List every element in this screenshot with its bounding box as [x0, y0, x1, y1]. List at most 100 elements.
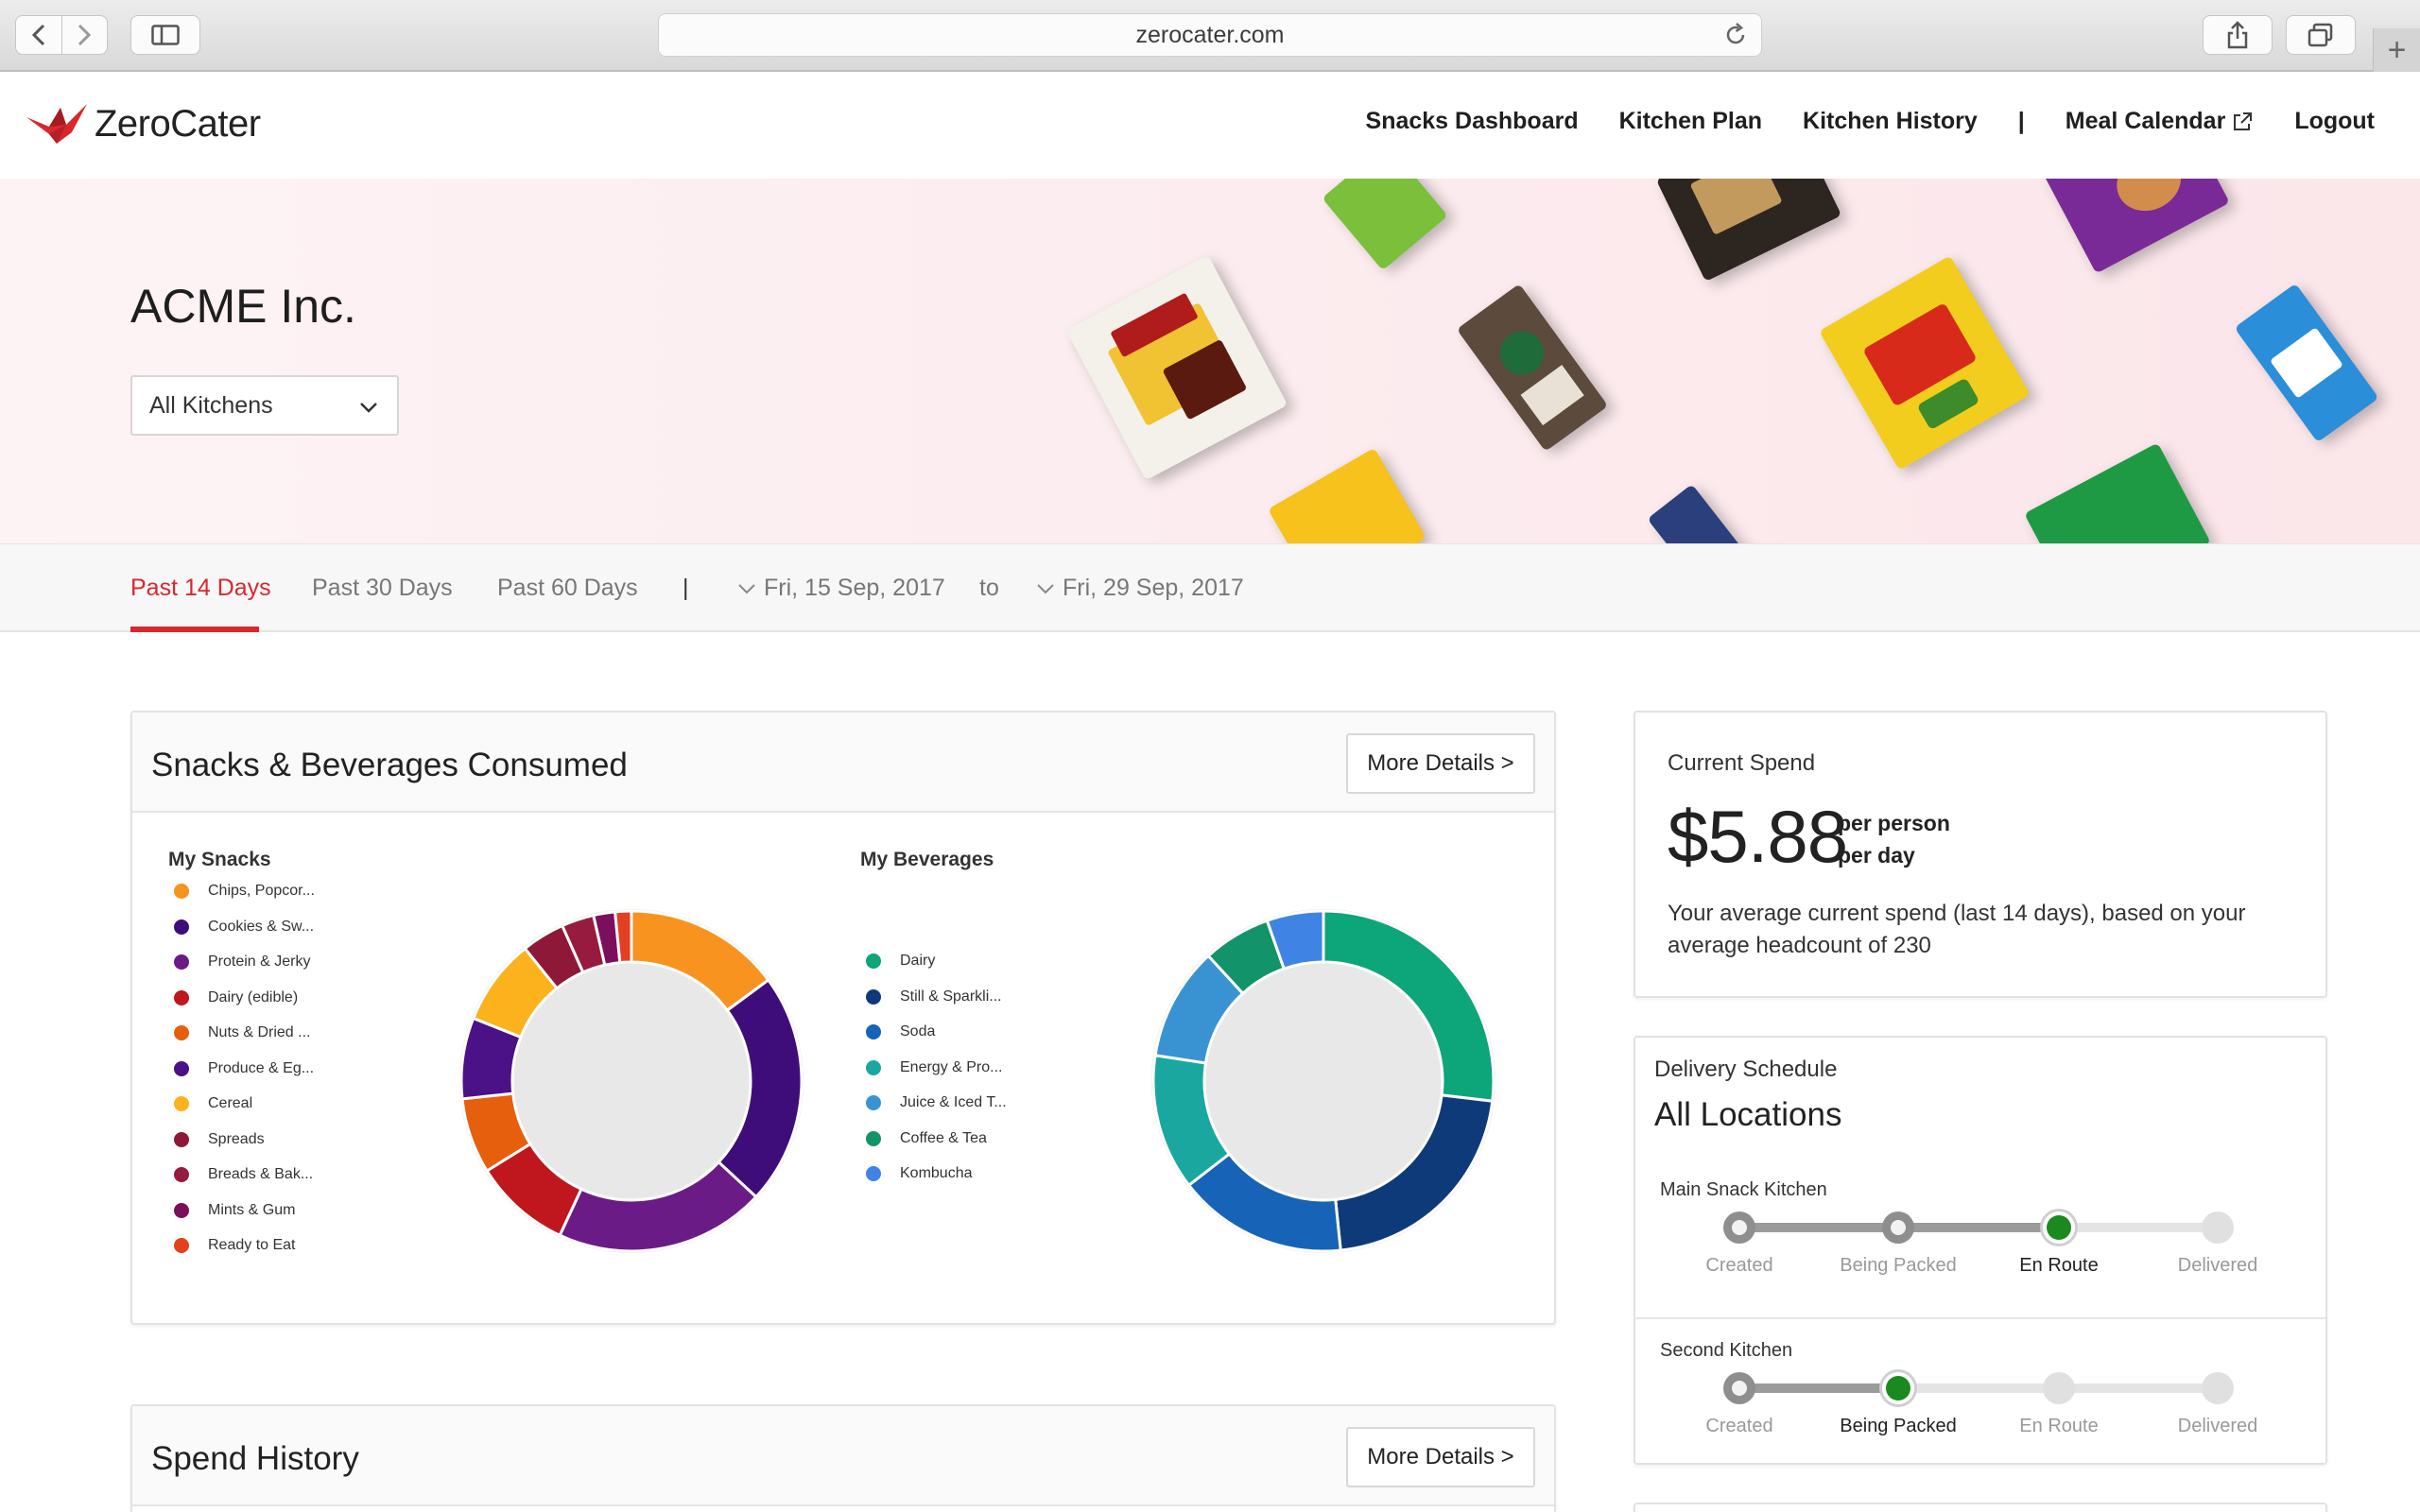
step-node	[1723, 1211, 1755, 1244]
legend-item[interactable]: Mints & Gum	[174, 1202, 295, 1219]
browser-toolbar: zerocater.com +	[0, 0, 2420, 72]
step-label: En Route	[2019, 1255, 2099, 1276]
new-tab-icon[interactable]: +	[2373, 28, 2420, 72]
legend-swatch	[174, 989, 189, 1005]
spend-history-card-header: Spend History More Details >	[132, 1406, 1554, 1506]
legend-label: Cookies & Sw...	[208, 918, 315, 935]
nav-kitchen-plan[interactable]: Kitchen Plan	[1619, 108, 1762, 135]
tabs-overview-icon[interactable]	[2286, 15, 2356, 55]
legend-item[interactable]: Protein & Jerky	[174, 954, 310, 971]
filter-past-14-days[interactable]: Past 14 Days	[130, 575, 271, 602]
logo[interactable]: ZeroCater	[25, 100, 261, 147]
granola-bag-image	[2043, 179, 2230, 274]
kitchen-select[interactable]: All Kitchens	[130, 375, 399, 436]
legend-label: Juice & Iced T...	[900, 1094, 1007, 1110]
progress-fill	[1739, 1383, 1898, 1393]
legend-item[interactable]: Nuts & Dried ...	[174, 1024, 310, 1041]
consumption-card-header: Snacks & Beverages Consumed More Details…	[132, 713, 1554, 813]
nav-kitchen-history[interactable]: Kitchen History	[1803, 108, 1978, 135]
legend-item[interactable]: Produce & Eg...	[174, 1060, 314, 1077]
nav-snacks-dashboard[interactable]: Snacks Dashboard	[1366, 108, 1579, 135]
legend-swatch	[174, 1060, 189, 1076]
legend-label: Kombucha	[900, 1165, 973, 1181]
legend-item[interactable]: Dairy (edible)	[174, 989, 298, 1006]
nav-meal-calendar-label: Meal Calendar	[2065, 108, 2226, 134]
legend-swatch	[866, 1024, 881, 1040]
legend-label: Coffee & Tea	[900, 1129, 987, 1146]
company-name: ACME Inc.	[130, 280, 356, 333]
date-range-to: to	[979, 575, 999, 601]
active-filter-underline	[130, 627, 259, 632]
legend-item[interactable]: Coffee & Tea	[866, 1130, 987, 1147]
legend-item[interactable]: Juice & Iced T...	[866, 1094, 1007, 1111]
kitchen-divider	[1635, 1317, 2325, 1319]
step-node	[1723, 1372, 1755, 1404]
filter-past-30-days[interactable]: Past 30 Days	[312, 575, 453, 602]
legend-item[interactable]: Spreads	[174, 1131, 265, 1148]
back-icon[interactable]	[16, 16, 61, 54]
legend-label: Dairy	[900, 953, 936, 969]
main-nav: Snacks Dashboard Kitchen Plan Kitchen Hi…	[1325, 108, 2375, 135]
step-node	[2202, 1211, 2234, 1244]
step-label: En Route	[2019, 1416, 2099, 1436]
delivery-schedule-title: All Locations	[1654, 1096, 1842, 1133]
crane-logo-icon	[26, 104, 87, 144]
forward-icon[interactable]	[60, 16, 108, 54]
legend-swatch	[174, 1167, 189, 1182]
legend-swatch	[866, 1059, 881, 1075]
legend-item[interactable]: Cookies & Sw...	[174, 919, 314, 936]
step-node	[2043, 1372, 2075, 1404]
legend-label: Breads & Bak...	[208, 1166, 314, 1182]
current-spend-value: $5.88	[1668, 795, 1848, 878]
consumption-more-details-button[interactable]: More Details >	[1346, 733, 1535, 794]
share-icon[interactable]	[2203, 15, 2273, 55]
nav-logout[interactable]: Logout	[2294, 108, 2375, 135]
legend-item[interactable]: Kombucha	[866, 1165, 973, 1182]
kitchen-name: Main Snack Kitchen	[1660, 1179, 1827, 1200]
spend-history-more-details-button[interactable]: More Details >	[1346, 1427, 1535, 1487]
spend-unit-per-person: per person	[1838, 811, 1950, 835]
hero-banner: ACME Inc. All Kitchens	[0, 179, 2420, 543]
current-spend-label: Current Spend	[1668, 750, 1816, 776]
sidebar-icon[interactable]	[130, 15, 200, 55]
legend-item[interactable]: Breads & Bak...	[174, 1166, 313, 1183]
legend-label: Soda	[900, 1023, 936, 1040]
delivery-schedule-label: Delivery Schedule	[1654, 1057, 1838, 1082]
address-bar[interactable]: zerocater.com	[658, 13, 1762, 57]
legend-item[interactable]: Cereal	[174, 1095, 252, 1112]
nav-separator: |	[2017, 108, 2025, 134]
legend-swatch	[174, 1025, 189, 1040]
consumption-card: Snacks & Beverages Consumed More Details…	[130, 711, 1556, 1325]
history-nav	[15, 15, 108, 55]
spend-history-title: Spend History	[151, 1440, 359, 1477]
step-node	[2202, 1372, 2234, 1404]
consumption-card-title: Snacks & Beverages Consumed	[151, 747, 628, 783]
green-snack-bag-image	[2024, 442, 2211, 543]
step-node	[2043, 1211, 2075, 1244]
jerky-bag-image	[1065, 254, 1288, 481]
legend-item[interactable]: Soda	[866, 1023, 935, 1040]
start-date-picker[interactable]: Fri, 15 Sep, 2017	[737, 575, 945, 602]
legend-item[interactable]: Energy & Pro...	[866, 1059, 1003, 1076]
legend-label: Still & Sparkli...	[900, 988, 1002, 1005]
legend-swatch	[174, 1131, 189, 1147]
legend-swatch	[866, 1166, 881, 1181]
filter-separator: |	[683, 575, 689, 601]
legend-label: Produce & Eg...	[208, 1059, 315, 1076]
legend-item[interactable]: Still & Sparkli...	[866, 988, 1002, 1005]
legend-item[interactable]: Ready to Eat	[174, 1237, 296, 1254]
start-date-value: Fri, 15 Sep, 2017	[764, 575, 945, 601]
legend-item[interactable]: Chips, Popcor...	[174, 883, 315, 900]
chips-bag-image	[1655, 179, 1842, 282]
snacks-donut-chart	[459, 909, 804, 1253]
legend-label: Dairy (edible)	[208, 988, 299, 1005]
current-spend-unit: per person per day	[1838, 807, 1950, 871]
filter-past-60-days[interactable]: Past 60 Days	[497, 575, 638, 602]
reload-icon[interactable]	[1721, 21, 1750, 49]
legend-label: Energy & Pro...	[900, 1058, 1003, 1075]
legend-item[interactable]: Dairy	[866, 953, 935, 970]
spend-history-card: Spend History More Details >	[130, 1404, 1556, 1512]
nav-meal-calendar[interactable]: Meal Calendar	[2066, 108, 2255, 135]
end-date-picker[interactable]: Fri, 29 Sep, 2017	[1036, 575, 1244, 602]
logo-text: ZeroCater	[95, 102, 261, 145]
